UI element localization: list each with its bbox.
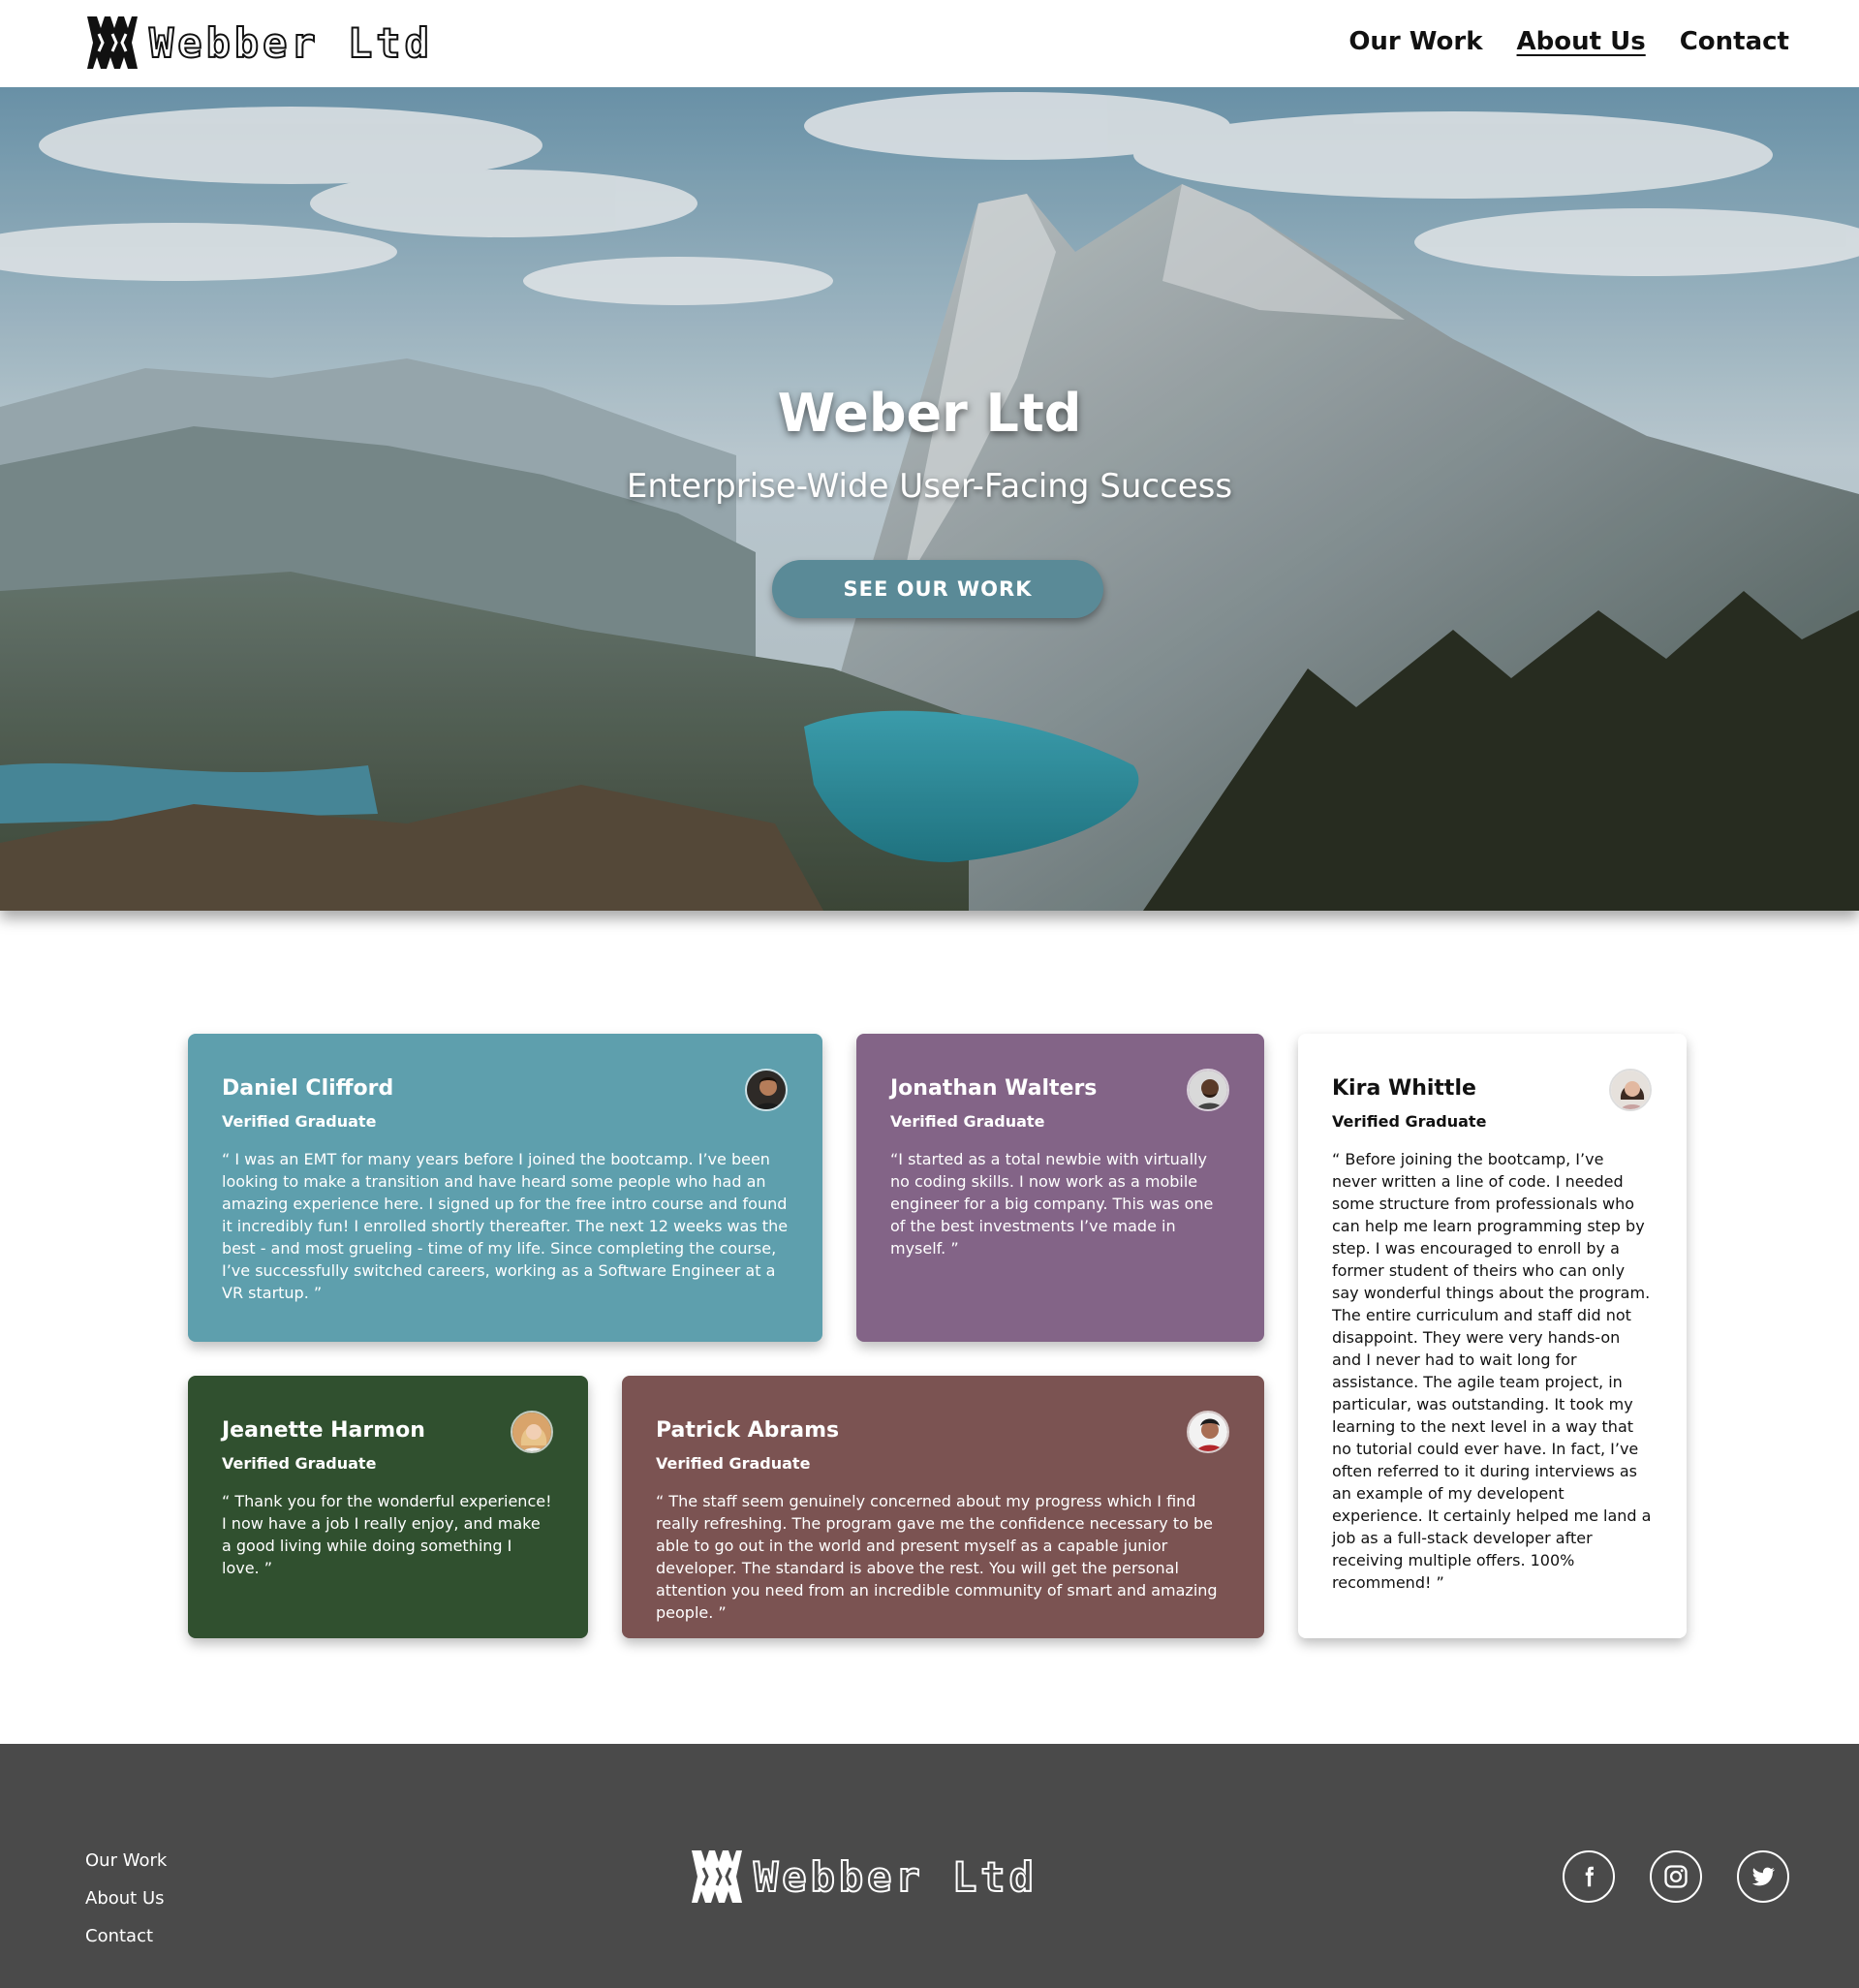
footer-links: Our Work About Us Contact xyxy=(85,1850,167,1946)
testimonial-name: Jonathan Walters xyxy=(890,1076,1098,1101)
testimonial-quote: “I started as a total newbie with virtua… xyxy=(890,1150,1214,1258)
avatar xyxy=(1187,1411,1229,1453)
footer-logo[interactable]: Webber Ltd xyxy=(690,1848,1038,1905)
testimonial-quote: “ The staff seem genuinely concerned abo… xyxy=(656,1492,1218,1622)
testimonial-name: Jeanette Harmon xyxy=(222,1418,425,1443)
logo-text: Webber Ltd xyxy=(148,18,433,68)
see-our-work-button[interactable]: SEE OUR WORK xyxy=(772,560,1103,618)
logo-mark-icon xyxy=(692,1850,742,1903)
footer-logo-text: Webber Ltd xyxy=(753,1852,1038,1902)
footer-link-our-work[interactable]: Our Work xyxy=(85,1850,167,1871)
avatar xyxy=(745,1069,788,1111)
hero-title: Weber Ltd xyxy=(777,383,1082,444)
hero-subtitle: Enterprise-Wide User-Facing Success xyxy=(626,467,1233,506)
testimonial-role: Verified Graduate xyxy=(1332,1112,1487,1131)
testimonial-card-jeanette: Jeanette Harmon Verified Graduate “ Than… xyxy=(188,1376,588,1638)
testimonial-role: Verified Graduate xyxy=(890,1112,1045,1131)
avatar xyxy=(511,1411,553,1453)
footer-link-about-us[interactable]: About Us xyxy=(85,1888,167,1909)
footer-link-contact[interactable]: Contact xyxy=(85,1926,167,1946)
testimonial-card-patrick: Patrick Abrams Verified Graduate “ The s… xyxy=(622,1376,1264,1638)
main-nav: Our Work About Us Contact xyxy=(1348,27,1789,56)
testimonial-name: Kira Whittle xyxy=(1332,1076,1476,1101)
testimonial-quote: “ Before joining the bootcamp, I’ve neve… xyxy=(1332,1150,1652,1592)
testimonial-name: Patrick Abrams xyxy=(656,1418,840,1443)
logo[interactable]: Webber Ltd xyxy=(85,15,433,71)
hero-section: Weber Ltd Enterprise-Wide User-Facing Su… xyxy=(0,87,1859,911)
site-footer: Our Work About Us Contact Webber Ltd xyxy=(0,1744,1859,1988)
testimonial-card-jonathan: Jonathan Walters Verified Graduate “I st… xyxy=(856,1034,1264,1342)
logo-mark-icon xyxy=(87,16,138,69)
testimonial-card-daniel: Daniel Clifford Verified Graduate “ I wa… xyxy=(188,1034,822,1342)
testimonial-role: Verified Graduate xyxy=(656,1454,811,1473)
nav-contact[interactable]: Contact xyxy=(1680,27,1789,56)
avatar xyxy=(1609,1069,1652,1111)
avatar xyxy=(1187,1069,1229,1111)
nav-our-work[interactable]: Our Work xyxy=(1348,27,1482,56)
testimonial-role: Verified Graduate xyxy=(222,1112,377,1131)
social-links xyxy=(1563,1850,1789,1903)
twitter-icon[interactable] xyxy=(1737,1850,1789,1903)
testimonial-card-kira: Kira Whittle Verified Graduate “ Before … xyxy=(1298,1034,1687,1638)
facebook-icon[interactable] xyxy=(1563,1850,1615,1903)
testimonial-quote: “ I was an EMT for many years before I j… xyxy=(222,1150,789,1302)
testimonial-quote: “ Thank you for the wonderful experience… xyxy=(222,1492,552,1577)
nav-about-us[interactable]: About Us xyxy=(1517,27,1646,56)
instagram-icon[interactable] xyxy=(1650,1850,1702,1903)
site-header: Webber Ltd Our Work About Us Contact xyxy=(0,0,1859,87)
testimonial-role: Verified Graduate xyxy=(222,1454,377,1473)
testimonial-name: Daniel Clifford xyxy=(222,1076,394,1101)
